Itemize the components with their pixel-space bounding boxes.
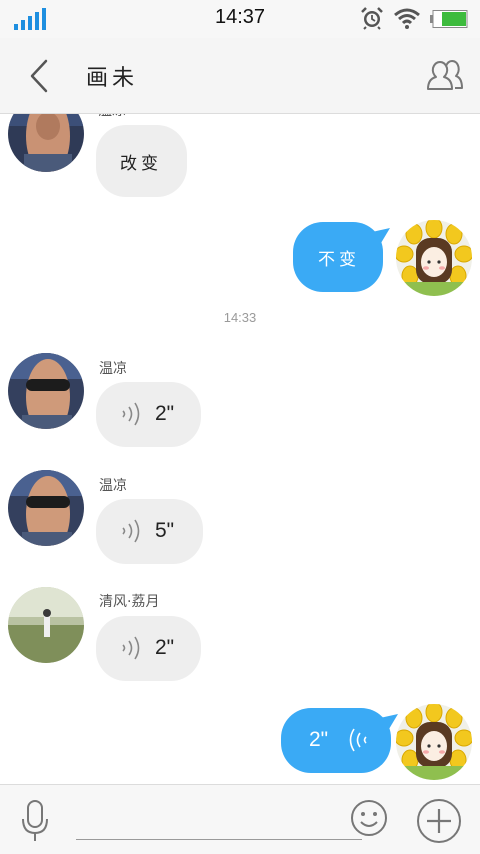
message-text: 改变 [120, 154, 162, 174]
sender-name: 温凉 [99, 361, 127, 377]
chat-header: 画未 [0, 38, 480, 114]
voice-message-bubble[interactable]: 5" [96, 499, 203, 564]
message-bubble[interactable]: 不变 [293, 222, 383, 292]
wifi-icon [394, 8, 420, 29]
plus-icon[interactable] [415, 797, 463, 845]
input-bar [0, 784, 480, 854]
smiley-icon[interactable] [350, 799, 388, 837]
voice-duration: 5" [155, 519, 175, 542]
sender-name: 温凉 [99, 478, 127, 494]
avatar[interactable] [8, 587, 84, 663]
group-members-icon[interactable] [424, 58, 464, 92]
avatar[interactable] [8, 114, 84, 172]
voice-duration: 2" [309, 728, 329, 751]
bubble-tail [372, 228, 390, 248]
battery-icon [430, 10, 468, 28]
alarm-icon [361, 7, 383, 30]
voice-message-bubble[interactable]: 2" [96, 382, 201, 447]
microphone-icon[interactable] [20, 799, 50, 843]
avatar[interactable] [8, 470, 84, 546]
message-list[interactable]: 温凉 改变 不变 1 [0, 114, 480, 784]
voice-message-bubble[interactable]: 2" [96, 616, 201, 681]
voice-wave-icon [349, 728, 367, 752]
my-avatar[interactable] [396, 220, 472, 296]
voice-wave-icon [122, 636, 140, 660]
avatar[interactable] [8, 353, 84, 429]
message-text: 不变 [318, 250, 360, 270]
voice-wave-icon [122, 402, 140, 426]
chevron-left-icon[interactable] [28, 58, 50, 94]
sender-name: 清风·荔月 [99, 594, 160, 610]
voice-duration: 2" [155, 636, 175, 659]
message-input[interactable] [76, 839, 362, 840]
voice-wave-icon [122, 519, 140, 543]
chat-title: 画未 [86, 66, 139, 91]
my-avatar[interactable] [396, 704, 472, 780]
sender-name: 温凉 [98, 114, 126, 120]
voice-message-bubble[interactable]: 2" [281, 708, 391, 773]
timestamp-divider: 14:33 [223, 310, 257, 325]
voice-duration: 2" [155, 402, 175, 425]
status-bar: 14:37 [0, 0, 480, 38]
message-bubble[interactable]: 改变 [96, 125, 187, 197]
